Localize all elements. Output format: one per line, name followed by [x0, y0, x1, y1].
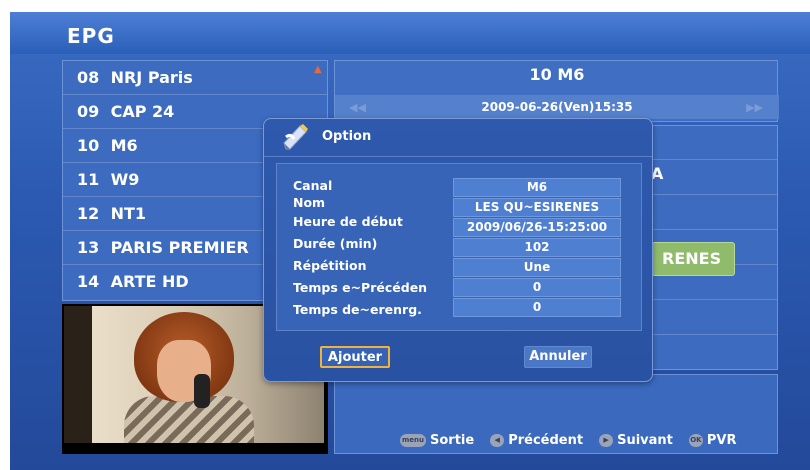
channel-name: NT1: [110, 204, 147, 223]
key-legend: menu Sortie ◀ Précédent ▶ Suivant OK PVR: [400, 430, 736, 450]
channel-number: 10: [77, 136, 100, 155]
channel-name: W9: [110, 170, 140, 189]
field-label-pre-time: Temps e~Précéden: [293, 280, 428, 295]
channel-number: 08: [77, 68, 100, 87]
pvr-label: PVR: [706, 432, 737, 448]
fast-forward-icon[interactable]: ▶▶: [746, 101, 763, 114]
pencil-option-icon: [282, 123, 310, 153]
channel-number: 14: [77, 272, 100, 291]
name-field[interactable]: LES QU~ESIRENES: [453, 198, 621, 217]
field-label-post-time: Temps de~erenrg.: [293, 302, 422, 317]
channel-number: 12: [77, 204, 100, 223]
dialog-titlebar: Option: [264, 119, 652, 157]
add-button[interactable]: Ajouter: [320, 346, 390, 368]
channel-number: 13: [77, 238, 100, 257]
program-header: 10 M6 2009-06-26(Ven)15:35 ◀◀ ▶▶: [334, 60, 779, 122]
repeat-field[interactable]: Une: [453, 258, 621, 277]
page-title: EPG: [67, 24, 115, 48]
channel-name: CAP 24: [110, 102, 175, 121]
prev-hint: ◀ Précédent: [490, 433, 583, 448]
start-time-field[interactable]: 2009/06/26-15:25:00: [453, 218, 621, 237]
exit-label: Sortie: [430, 432, 475, 448]
fast-forward-key-icon: ▶: [599, 433, 614, 447]
dialog-title: Option: [322, 129, 372, 144]
next-hint: ▶ Suivant: [599, 433, 673, 448]
canal-field[interactable]: M6: [453, 178, 621, 197]
duration-field[interactable]: 102: [453, 238, 621, 257]
channel-item[interactable]: 08 NRJ Paris ▲: [63, 61, 327, 95]
field-label-repeat: Répétition: [293, 258, 367, 273]
program-selected[interactable]: RENES: [651, 242, 735, 276]
rewind-icon[interactable]: ◀◀: [349, 101, 366, 114]
pre-time-field[interactable]: 0: [453, 278, 621, 297]
epg-screen: EPG 08 NRJ Paris ▲ 09 CAP 24 10 M6 11 W9…: [10, 12, 810, 470]
cancel-button[interactable]: Annuler: [524, 346, 592, 368]
field-label-start-time: Heure de début: [293, 214, 403, 229]
header-bar: EPG: [10, 12, 810, 54]
field-label-canal: Canal: [293, 178, 333, 193]
channel-number: 11: [77, 170, 100, 189]
next-label: Suivant: [617, 432, 673, 448]
rewind-key-icon: ◀: [490, 433, 505, 447]
prev-label: Précédent: [508, 432, 584, 448]
option-dialog: Option Canal Nom Heure de début Durée (m…: [263, 118, 653, 382]
field-label-duration: Durée (min): [293, 236, 378, 251]
post-time-field[interactable]: 0: [453, 298, 621, 317]
channel-name: NRJ Paris: [110, 68, 193, 87]
channel-name: PARIS PREMIER: [110, 238, 249, 257]
field-label-nom: Nom: [293, 195, 326, 210]
channel-number: 09: [77, 102, 100, 121]
dialog-form: Canal Nom Heure de début Durée (min) Rép…: [276, 163, 642, 331]
channel-name: M6: [110, 136, 138, 155]
menu-key-icon: menu: [400, 433, 426, 447]
exit-hint: menu Sortie: [400, 433, 474, 448]
program-channel: 10 M6: [529, 65, 585, 84]
scroll-arrow-icon[interactable]: ▲: [314, 65, 324, 75]
channel-name: ARTE HD: [110, 272, 189, 291]
ok-key-icon: OK: [688, 433, 703, 447]
pvr-hint: OK PVR: [688, 432, 737, 448]
program-date: 2009-06-26(Ven)15:35: [335, 95, 779, 119]
